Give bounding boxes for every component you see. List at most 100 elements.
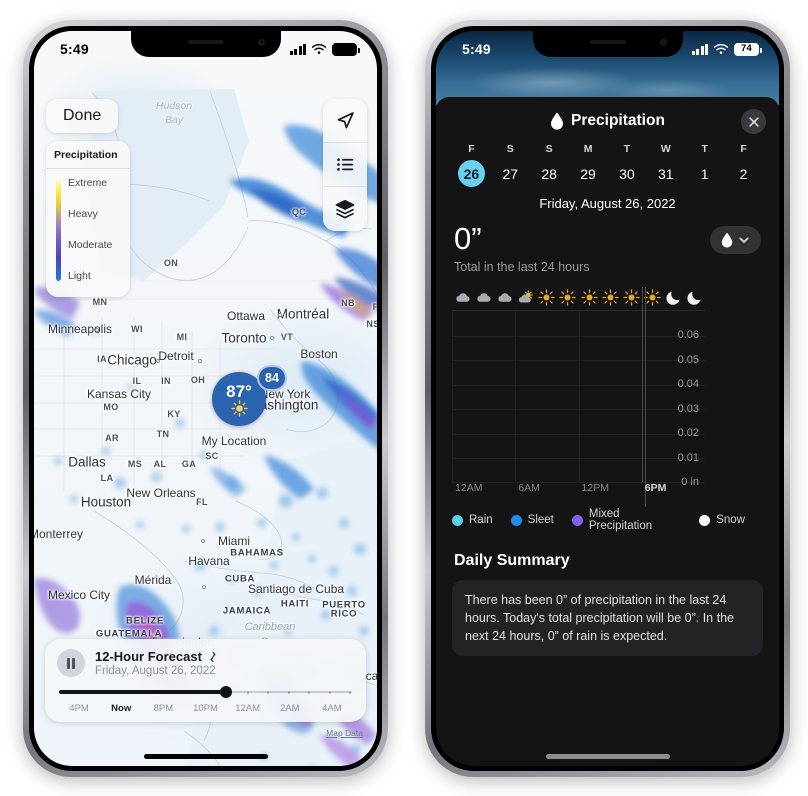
day-number[interactable]: 29 — [575, 160, 602, 187]
map-label: WI — [131, 324, 143, 334]
close-button[interactable] — [741, 109, 766, 134]
map-label: HAITI — [280, 598, 310, 610]
map-label: Chicago — [107, 352, 157, 368]
forecast-time-label[interactable]: 4AM — [311, 703, 353, 714]
legend-item-extreme: Extreme — [68, 177, 108, 189]
map-label: PE — [372, 302, 377, 312]
battery-icon: 74 — [734, 42, 762, 56]
cellular-bars-icon — [691, 43, 708, 55]
pause-button[interactable] — [57, 649, 85, 677]
y-tick-label: 0.06 — [677, 329, 699, 341]
precipitation-chart[interactable]: 0.06 0.05 0.04 0.03 0.02 0.01 0 in 12AM 6AM 12PM… — [452, 286, 765, 507]
day-column[interactable]: F 26 — [452, 143, 491, 187]
city-dot — [156, 359, 160, 363]
city-dot — [278, 313, 282, 317]
precipitation-type-selector[interactable] — [710, 226, 761, 254]
legend-color-dot — [452, 514, 463, 526]
map-label: MI — [176, 332, 188, 342]
day-of-week: F — [468, 143, 475, 155]
phone-left-bezel: HudsonBayQCNLONMNMinneapolisWIMIOttawaMo… — [29, 26, 382, 771]
pause-icon-bar — [72, 657, 76, 669]
sun-icon — [536, 286, 557, 308]
legend-color-dot — [510, 514, 522, 526]
city-dot — [270, 336, 274, 340]
map-tools — [323, 99, 367, 231]
day-number[interactable]: 27 — [497, 160, 524, 187]
battery-icon: 74 — [332, 42, 360, 56]
day-column[interactable]: W 31 — [646, 143, 685, 187]
map-label: IL — [132, 376, 142, 386]
map-label: VT — [280, 332, 294, 342]
forecast-time-label[interactable]: 10PM — [184, 703, 226, 714]
wifi-icon — [713, 44, 729, 54]
home-indicator-right[interactable] — [545, 754, 670, 759]
condition-icon-row — [452, 286, 765, 308]
x-tick-label: 12PM — [581, 482, 609, 494]
map-label: Caribbean — [244, 621, 296, 633]
map-label: MS — [127, 459, 143, 469]
forecast-time-label[interactable]: Now — [100, 703, 142, 714]
sheet-header: Precipitation — [436, 101, 779, 141]
map-label: Santiago de Cuba — [247, 582, 345, 596]
y-tick-label: 0.02 — [677, 427, 699, 439]
x-tick-label: 6AM — [518, 482, 540, 494]
battery-level: 74 — [741, 43, 752, 55]
front-camera — [659, 39, 667, 46]
day-column[interactable]: T1 — [685, 143, 724, 187]
day-column[interactable]: S 28 — [530, 143, 569, 187]
list-button[interactable] — [323, 143, 367, 187]
sun-icon — [600, 286, 621, 308]
map-label: RICO — [330, 608, 358, 620]
forecast-date: Friday, August 26, 2022 — [95, 665, 216, 677]
day-number[interactable]: 30 — [613, 160, 640, 187]
slider-thumb[interactable] — [220, 686, 232, 698]
x-tick-label: 12AM — [455, 482, 483, 494]
loop-arrows-icon[interactable] — [207, 651, 219, 663]
locate-me-button[interactable] — [323, 99, 367, 143]
notch-left — [130, 31, 281, 57]
home-indicator-left[interactable] — [143, 754, 268, 759]
day-column[interactable]: M 29 — [569, 143, 608, 187]
precipitation-legend: Precipitation Extreme Heavy Moderate Lig… — [46, 141, 130, 297]
map-label: New Orleans — [126, 486, 196, 500]
map-label: AR — [105, 433, 119, 443]
chart-legend: Rain Sleet Mixed Precipitation Snow — [436, 498, 779, 532]
total-caption: Total in the last 24 hours — [454, 260, 590, 274]
map-label: OH — [190, 375, 206, 385]
legend-label: Snow — [716, 514, 745, 526]
chart-y-axis: 0.06 0.05 0.04 0.03 0.02 0.01 0 in — [645, 287, 705, 507]
day-column[interactable]: T 30 — [608, 143, 647, 187]
map-label: MO — [103, 402, 119, 412]
forecast-time-label[interactable]: 8PM — [142, 703, 184, 714]
forecast-time-label[interactable]: 12AM — [227, 703, 269, 714]
map-label: Havana — [188, 554, 230, 568]
day-column[interactable]: F2 — [724, 143, 763, 187]
time-slider[interactable] — [59, 686, 352, 698]
day-column[interactable]: S 27 — [491, 143, 530, 187]
day-number-selected[interactable]: 26 — [457, 160, 485, 187]
status-indicators: 74 — [691, 42, 762, 56]
x-tick-labels: 12AM 6AM 12PM 6PM — [452, 482, 705, 498]
done-button[interactable]: Done — [46, 99, 119, 133]
sheet-title: Precipitation — [571, 112, 665, 129]
day-number[interactable]: 31 — [652, 160, 679, 187]
front-camera — [257, 39, 265, 46]
day-of-week: F — [740, 143, 747, 155]
map-label: Minneapolis — [47, 322, 113, 336]
map-label: QC — [291, 207, 307, 217]
status-time: 5:49 — [462, 41, 491, 57]
map-attribution[interactable]: Map Data — [326, 728, 363, 738]
day-number[interactable]: 28 — [536, 160, 563, 187]
day-of-week: W — [660, 143, 671, 155]
layers-button[interactable] — [323, 187, 367, 231]
forecast-time-label[interactable]: 4PM — [58, 703, 100, 714]
city-dot — [201, 539, 205, 543]
sun-icon — [578, 286, 599, 308]
day-number[interactable]: 2 — [730, 160, 757, 187]
forecast-time-label[interactable]: 2AM — [269, 703, 311, 714]
day-number[interactable]: 1 — [691, 160, 718, 187]
forecast-panel: 12-Hour Forecast Friday, August 26, 2022 — [45, 639, 366, 722]
legend-item-light: Light — [68, 270, 91, 282]
map-label: KY — [167, 409, 181, 419]
temperature-badge[interactable]: 84 — [257, 365, 287, 391]
